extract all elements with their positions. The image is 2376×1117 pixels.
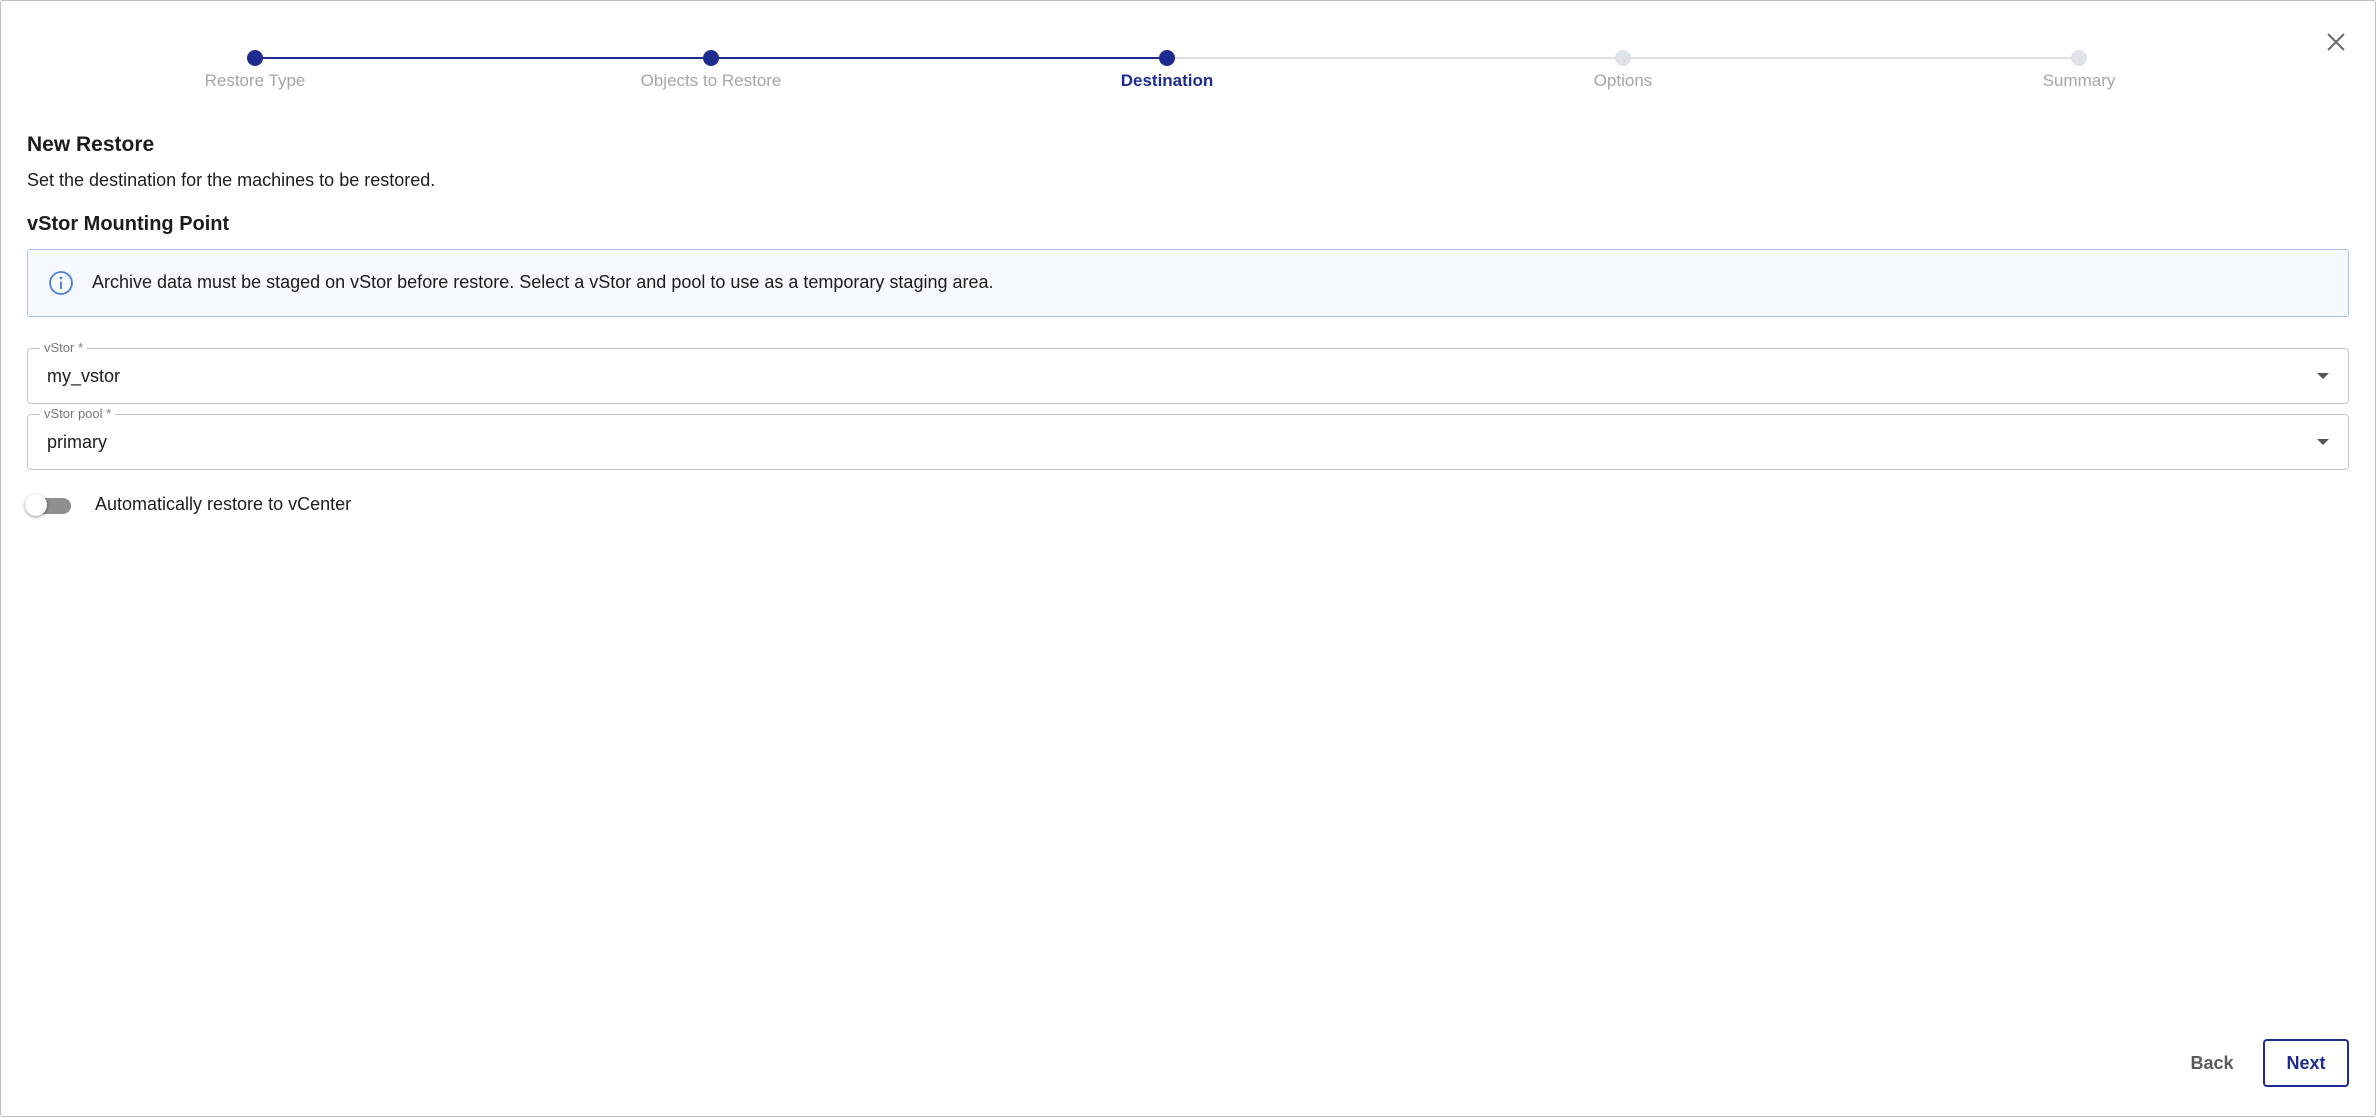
step-connector [1623,57,2079,59]
step-marker-restore-type [247,50,263,66]
step-label-restore-type: Restore Type [204,71,306,90]
next-button[interactable]: Next [2263,1039,2349,1087]
vstor-pool-select[interactable]: vStor pool * primary [27,406,2349,470]
info-icon [49,271,73,295]
step-label-options: Options [1593,71,1653,90]
auto-restore-vcenter-label: Automatically restore to vCenter [95,494,352,514]
section-title: vStor Mounting Point [27,213,230,235]
caret-down-icon [2317,373,2329,379]
auto-restore-vcenter-toggle[interactable] [25,492,73,518]
step-marker-objects-to-restore [703,50,719,66]
caret-down-icon [2317,439,2329,445]
toggle-thumb [25,494,47,516]
info-text: Archive data must be staged on vStor bef… [92,272,994,292]
wizard-stepper: Restore Type Objects to Restore Destinat… [1,1,2376,101]
back-button[interactable]: Back [2179,1039,2245,1087]
step-connector [1167,57,1623,59]
step-marker-options [1615,50,1631,66]
vstor-select-value: my_vstor [47,366,121,386]
step-marker-destination [1159,50,1175,66]
step-label-summary: Summary [2042,71,2116,90]
page-subtitle: Set the destination for the machines to … [27,170,436,190]
vstor-select[interactable]: vStor * my_vstor [27,340,2349,404]
step-connector [711,57,1167,59]
step-label-destination: Destination [1120,71,1214,90]
step-marker-summary [2071,50,2087,66]
vstor-pool-select-label: vStor pool * [40,406,116,421]
step-connector [255,57,711,59]
vstor-select-label: vStor * [40,340,88,355]
restore-dialog: Restore Type Objects to Restore Destinat… [0,0,2376,1117]
vstor-pool-select-value: primary [47,432,108,452]
info-banner: Archive data must be staged on vStor bef… [27,249,2349,317]
page-title: New Restore [27,133,155,156]
step-label-objects-to-restore: Objects to Restore [640,71,782,90]
